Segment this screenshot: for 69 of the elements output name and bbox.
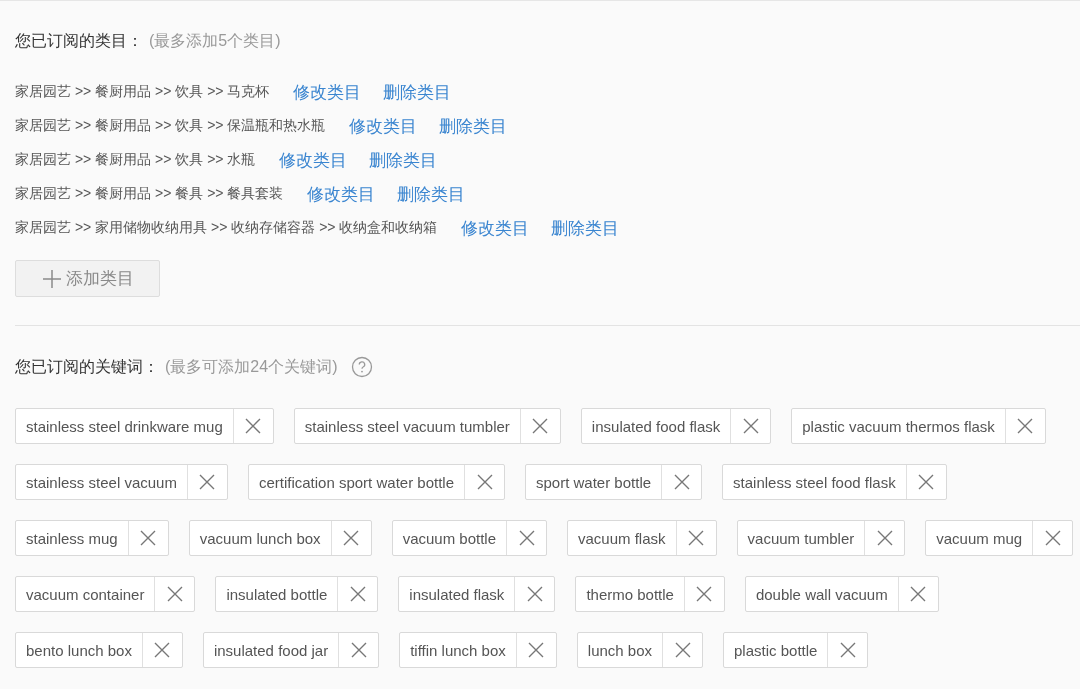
close-icon [349, 586, 366, 602]
close-icon [674, 642, 691, 658]
close-icon [1044, 530, 1061, 546]
keyword-label: tiffin lunch box [409, 640, 507, 661]
delete-category-link[interactable]: 删除类目 [551, 216, 620, 240]
edit-category-link[interactable]: 修改类目 [279, 148, 348, 172]
close-icon [696, 586, 713, 602]
keyword-label: vacuum lunch box [198, 528, 322, 549]
keyword-label: bento lunch box [25, 640, 133, 661]
close-icon [688, 530, 705, 546]
category-path: 家居园艺 >> 餐厨用品 >> 餐具 >> 餐具套装 [15, 185, 284, 203]
close-icon [1017, 418, 1034, 434]
keyword-label: plastic bottle [733, 640, 819, 661]
edit-category-link[interactable]: 修改类目 [307, 182, 376, 206]
delete-category-link[interactable]: 删除类目 [383, 80, 452, 104]
section-title: 您已订阅的类目： [15, 31, 143, 51]
plus-icon [41, 268, 62, 289]
delete-category-link[interactable]: 删除类目 [439, 114, 508, 138]
keyword-label: vacuum flask [577, 528, 667, 549]
edit-category-link[interactable]: 修改类目 [461, 216, 530, 240]
close-icon [343, 530, 360, 546]
category-path: 家居园艺 >> 餐厨用品 >> 饮具 >> 水瓶 [15, 151, 256, 169]
category-path: 家居园艺 >> 家用储物收纳用具 >> 收纳存储容器 >> 收纳盒和收纳箱 [15, 219, 438, 237]
close-icon [199, 474, 216, 490]
close-icon [526, 586, 543, 602]
keyword-label: thermo bottle [585, 584, 675, 605]
keyword-label: sport water bottle [535, 472, 653, 493]
close-icon [166, 586, 183, 602]
close-icon [528, 642, 545, 658]
keyword-label: certification sport water bottle [257, 472, 455, 493]
close-icon [742, 418, 759, 434]
close-icon [910, 586, 927, 602]
category-path: 家居园艺 >> 餐厨用品 >> 饮具 >> 马克杯 [15, 83, 270, 101]
close-icon [673, 474, 690, 490]
close-icon [140, 530, 157, 546]
delete-category-link[interactable]: 删除类目 [397, 182, 466, 206]
close-icon [918, 474, 935, 490]
close-icon [476, 474, 493, 490]
close-icon [532, 418, 549, 434]
keyword-label: stainless steel vacuum [25, 472, 178, 493]
close-icon [876, 530, 893, 546]
keyword-label: insulated flask [408, 584, 506, 605]
keyword-label: vacuum mug [935, 528, 1024, 549]
keyword-label: vacuum tumbler [746, 528, 856, 549]
section-hint: (最多添加5个类目) [149, 31, 281, 51]
keyword-label: insulated bottle [225, 584, 329, 605]
keyword-label: insulated food flask [590, 416, 722, 437]
keyword-label: stainless mug [25, 528, 119, 549]
keyword-label: stainless steel vacuum tumbler [303, 416, 511, 437]
keyword-label: vacuum container [25, 584, 146, 605]
close-icon [839, 642, 856, 658]
keyword-label: plastic vacuum thermos flask [801, 416, 996, 437]
keyword-label: stainless steel drinkware mug [25, 416, 224, 437]
keyword-label: lunch box [586, 640, 653, 661]
keyword-label: insulated food jar [212, 640, 330, 661]
category-path: 家居园艺 >> 餐厨用品 >> 饮具 >> 保温瓶和热水瓶 [15, 117, 326, 135]
close-icon [350, 642, 367, 658]
close-icon [518, 530, 535, 546]
help-icon[interactable] [351, 356, 374, 378]
close-icon [154, 642, 171, 658]
keyword-label: vacuum bottle [401, 528, 497, 549]
edit-category-link[interactable]: 修改类目 [293, 80, 362, 104]
edit-category-link[interactable]: 修改类目 [349, 114, 418, 138]
keyword-label: double wall vacuum [754, 584, 889, 605]
keyword-label: stainless steel food flask [732, 472, 897, 493]
section-title: 您已订阅的关键词： [15, 356, 159, 377]
delete-category-link[interactable]: 删除类目 [369, 148, 438, 172]
close-icon [245, 418, 262, 434]
section-hint: (最多可添加24个关键词) [165, 356, 338, 377]
